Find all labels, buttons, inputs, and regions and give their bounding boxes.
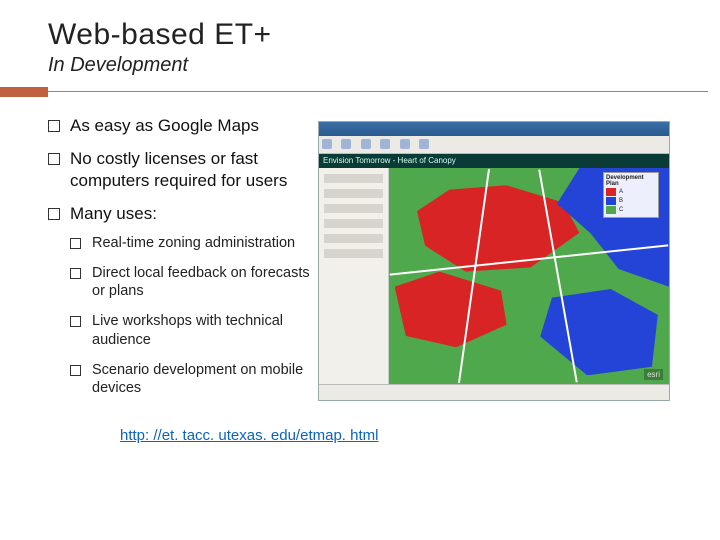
horizontal-rule: [48, 91, 708, 92]
text-column: As easy as Google Maps No costly license…: [0, 115, 310, 409]
toolbar-icon: [380, 139, 390, 149]
toolbar-icon: [322, 139, 332, 149]
sub-bullet-item: Scenario development on mobile devices: [70, 361, 310, 397]
legend-row: C: [606, 206, 656, 214]
sub-bullet-text: Real-time zoning administration: [92, 235, 295, 251]
map-sidebar: [319, 168, 389, 384]
toolbar-icon: [419, 139, 429, 149]
window-statusbar: [319, 384, 669, 400]
sub-bullet-item: Real-time zoning administration: [70, 234, 310, 252]
image-column: Envision Tomorrow - Heart of Canopy: [310, 115, 680, 409]
toolbar-icon: [400, 139, 410, 149]
bullet-text: As easy as Google Maps: [70, 116, 259, 135]
source-link[interactable]: http: //et. tacc. utexas. edu/etmap. htm…: [120, 427, 720, 444]
sub-bullet-text: Live workshops with technical audience: [92, 313, 283, 347]
legend-row: A: [606, 188, 656, 196]
map-screenshot: Envision Tomorrow - Heart of Canopy: [318, 121, 670, 401]
sub-bullet-item: Direct local feedback on forecasts or pl…: [70, 264, 310, 300]
sidebar-row: [324, 189, 383, 198]
bullet-text: No costly licenses or fast computers req…: [70, 149, 287, 189]
sub-bullet-list: Real-time zoning administration Direct l…: [70, 234, 310, 397]
slide-subtitle: In Development: [0, 54, 720, 77]
map-banner: Envision Tomorrow - Heart of Canopy: [319, 154, 669, 168]
sidebar-row: [324, 234, 383, 243]
sub-bullet-item: Live workshops with technical audience: [70, 312, 310, 348]
title-rule: [0, 83, 720, 101]
legend-label: C: [619, 207, 623, 213]
sidebar-row: [324, 219, 383, 228]
sidebar-row: [324, 204, 383, 213]
legend-swatch: [606, 206, 616, 214]
bullet-list: As easy as Google Maps No costly license…: [48, 115, 310, 397]
toolbar-icon: [341, 139, 351, 149]
zone-red: [395, 272, 507, 348]
legend-row: B: [606, 197, 656, 205]
slide-body: As easy as Google Maps No costly license…: [0, 115, 720, 409]
slide-title: Web-based ET+: [0, 18, 720, 52]
bullet-item: Many uses: Real-time zoning administrati…: [48, 203, 310, 397]
map-legend: Development Plan A B C: [603, 172, 659, 218]
sub-bullet-text: Scenario development on mobile devices: [92, 362, 303, 396]
zone-blue: [540, 289, 658, 375]
bullet-item: As easy as Google Maps: [48, 115, 310, 136]
map-watermark: esri: [644, 369, 663, 380]
bullet-text: Many uses:: [70, 204, 157, 223]
sidebar-row: [324, 174, 383, 183]
window-titlebar: [319, 122, 669, 136]
legend-swatch: [606, 188, 616, 196]
sub-bullet-text: Direct local feedback on forecasts or pl…: [92, 265, 310, 299]
legend-swatch: [606, 197, 616, 205]
accent-bar: [0, 87, 48, 97]
slide: Web-based ET+ In Development As easy as …: [0, 0, 720, 540]
legend-title: Development Plan: [606, 175, 656, 187]
legend-label: A: [619, 189, 623, 195]
toolbar-icon: [361, 139, 371, 149]
sidebar-row: [324, 249, 383, 258]
bullet-item: No costly licenses or fast computers req…: [48, 148, 310, 191]
legend-label: B: [619, 198, 623, 204]
window-toolbar: [319, 136, 669, 154]
